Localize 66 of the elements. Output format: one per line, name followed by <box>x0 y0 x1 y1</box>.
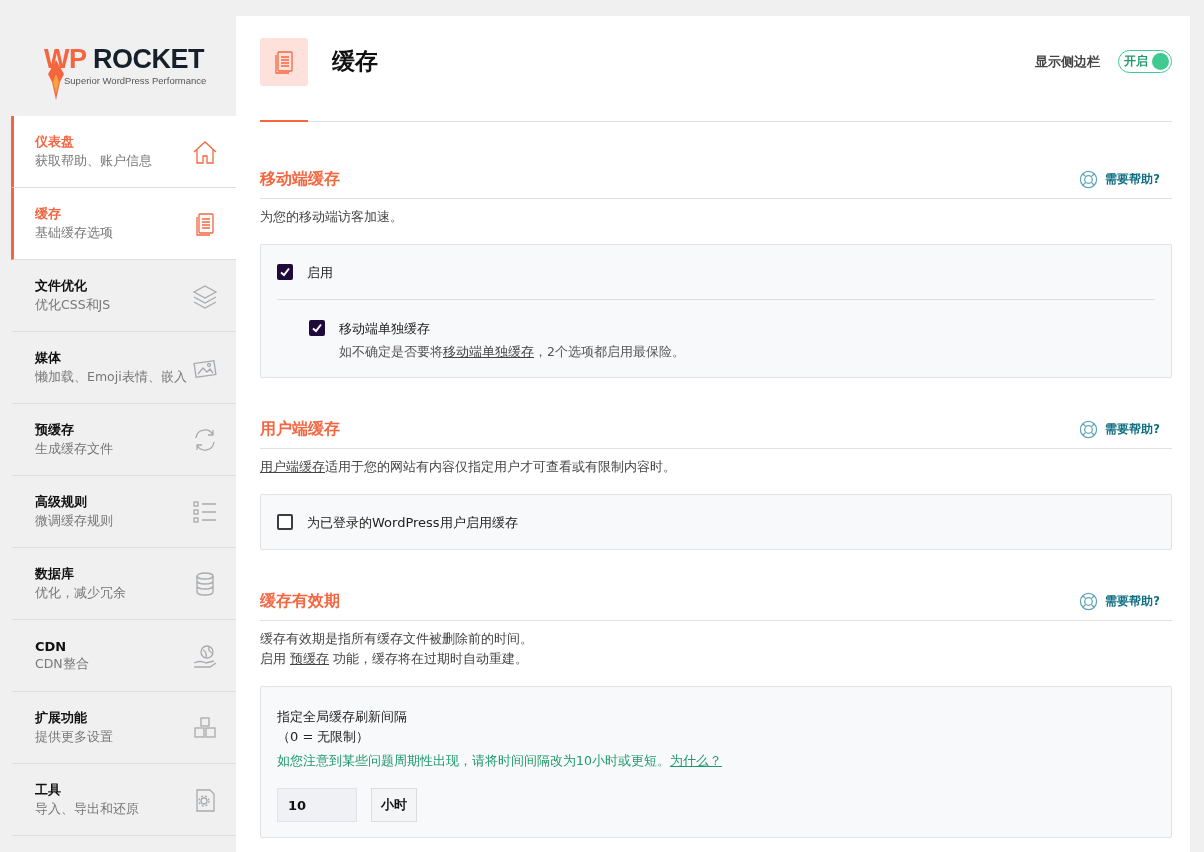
sidebar-item-subtitle: 获取帮助、账户信息 <box>35 153 152 170</box>
sidebar-item-title: 工具 <box>35 781 62 799</box>
option-label: 指定全局缓存刷新间隔 <box>277 708 408 726</box>
sidebar-item-title: 媒体 <box>35 349 62 367</box>
interval-input[interactable]: 10 <box>277 788 357 822</box>
brand-name: WP ROCKET <box>44 46 206 72</box>
document-icon <box>196 212 214 236</box>
sidebar-item-title: 预缓存 <box>35 421 75 439</box>
checkbox[interactable] <box>277 514 293 530</box>
layers-icon <box>193 284 218 309</box>
option-sublabel: （0 = 无限制） <box>277 728 371 746</box>
sidebar-item-title: 仪表盘 <box>35 133 75 151</box>
option-hint: 如您注意到某些问题周期性出现，请将时间间隔改为10小时或更短。为什么？ <box>277 753 723 770</box>
brand-tagline: Superior WordPress Performance <box>63 75 207 86</box>
option-label: 为已登录的WordPress用户启用缓存 <box>307 514 518 532</box>
sidebar-item-subtitle: 基础缓存选项 <box>35 225 113 242</box>
section-description: 启用 预缓存 功能，缓存将在过期时自动重建。 <box>260 650 529 668</box>
section-title: 用户端缓存 <box>260 419 340 440</box>
sidebar-item-title: CDN <box>35 638 68 654</box>
section-description: 为您的移动端访客加速。 <box>260 208 404 226</box>
inline-link[interactable]: 预缓存 <box>290 651 329 666</box>
help-link[interactable]: 需要帮助? <box>1079 592 1172 611</box>
lifebuoy-icon <box>1079 170 1099 189</box>
option-note: 如不确定是否要将移动端单独缓存，2个选项都启用最保险。 <box>339 344 685 361</box>
sidebar-item-subtitle: 优化，减少冗余 <box>35 585 126 602</box>
photos-icon <box>193 359 217 378</box>
section-title: 缓存有效期 <box>260 591 340 612</box>
sidebar-item-title: 高级规则 <box>35 493 88 511</box>
sidebar-item-title: 数据库 <box>35 565 75 583</box>
option-label: 启用 <box>307 264 333 282</box>
refresh-icon <box>195 428 215 451</box>
checkbox[interactable] <box>277 264 293 280</box>
sidebar-item-title: 扩展功能 <box>35 709 88 727</box>
globe-hand-icon <box>193 644 217 668</box>
page-title: 缓存 <box>332 47 378 76</box>
inline-link[interactable]: 移动端单独缓存 <box>443 344 534 359</box>
database-icon <box>196 571 214 596</box>
toggle-label: 显示侧边栏 <box>1035 52 1100 71</box>
sidebar-item-subtitle: 微调缓存规则 <box>35 513 113 530</box>
checkbox[interactable] <box>309 320 325 336</box>
cubes-icon <box>194 716 216 738</box>
lifebuoy-icon <box>1079 420 1099 439</box>
lifebuoy-icon <box>1079 592 1099 611</box>
sidebar-item-subtitle: 导入、导出和还原 <box>35 801 139 818</box>
sidebar-item-title: 文件优化 <box>35 277 88 295</box>
checklist-icon <box>193 500 217 523</box>
settings-file-icon <box>196 788 215 812</box>
sidebar-item-subtitle: 生成缓存文件 <box>35 441 113 458</box>
sidebar-toggle[interactable]: 开启 <box>1118 50 1172 73</box>
sidebar-item-subtitle: 优化CSS和JS <box>35 297 111 314</box>
help-link[interactable]: 需要帮助? <box>1079 170 1172 189</box>
sidebar-item-subtitle: 懒加载、Emoji表情、嵌入 <box>35 369 187 386</box>
sidebar-item[interactable]: 仪表盘 获取帮助、账户信息 <box>11 116 236 188</box>
sidebar-item-subtitle: 提供更多设置 <box>35 729 113 746</box>
sidebar-item-subtitle: CDN整合 <box>35 655 89 673</box>
home-icon <box>193 140 217 164</box>
section-title: 移动端缓存 <box>260 169 340 190</box>
unit-select[interactable]: 小时 <box>371 788 417 822</box>
help-link[interactable]: 需要帮助? <box>1079 420 1172 439</box>
inline-link[interactable]: 为什么？ <box>669 753 722 768</box>
option-label: 移动端单独缓存 <box>339 320 431 338</box>
inline-link[interactable]: 用户端缓存 <box>260 459 325 474</box>
sidebar-item[interactable]: 缓存 基础缓存选项 <box>11 188 236 260</box>
sidebar-item-title: 缓存 <box>35 205 62 223</box>
section-description: 用户端缓存适用于您的网站有内容仅指定用户才可查看或有限制内容时。 <box>260 458 677 476</box>
section-description: 缓存有效期是指所有缓存文件被删除前的时间。 <box>260 630 534 648</box>
